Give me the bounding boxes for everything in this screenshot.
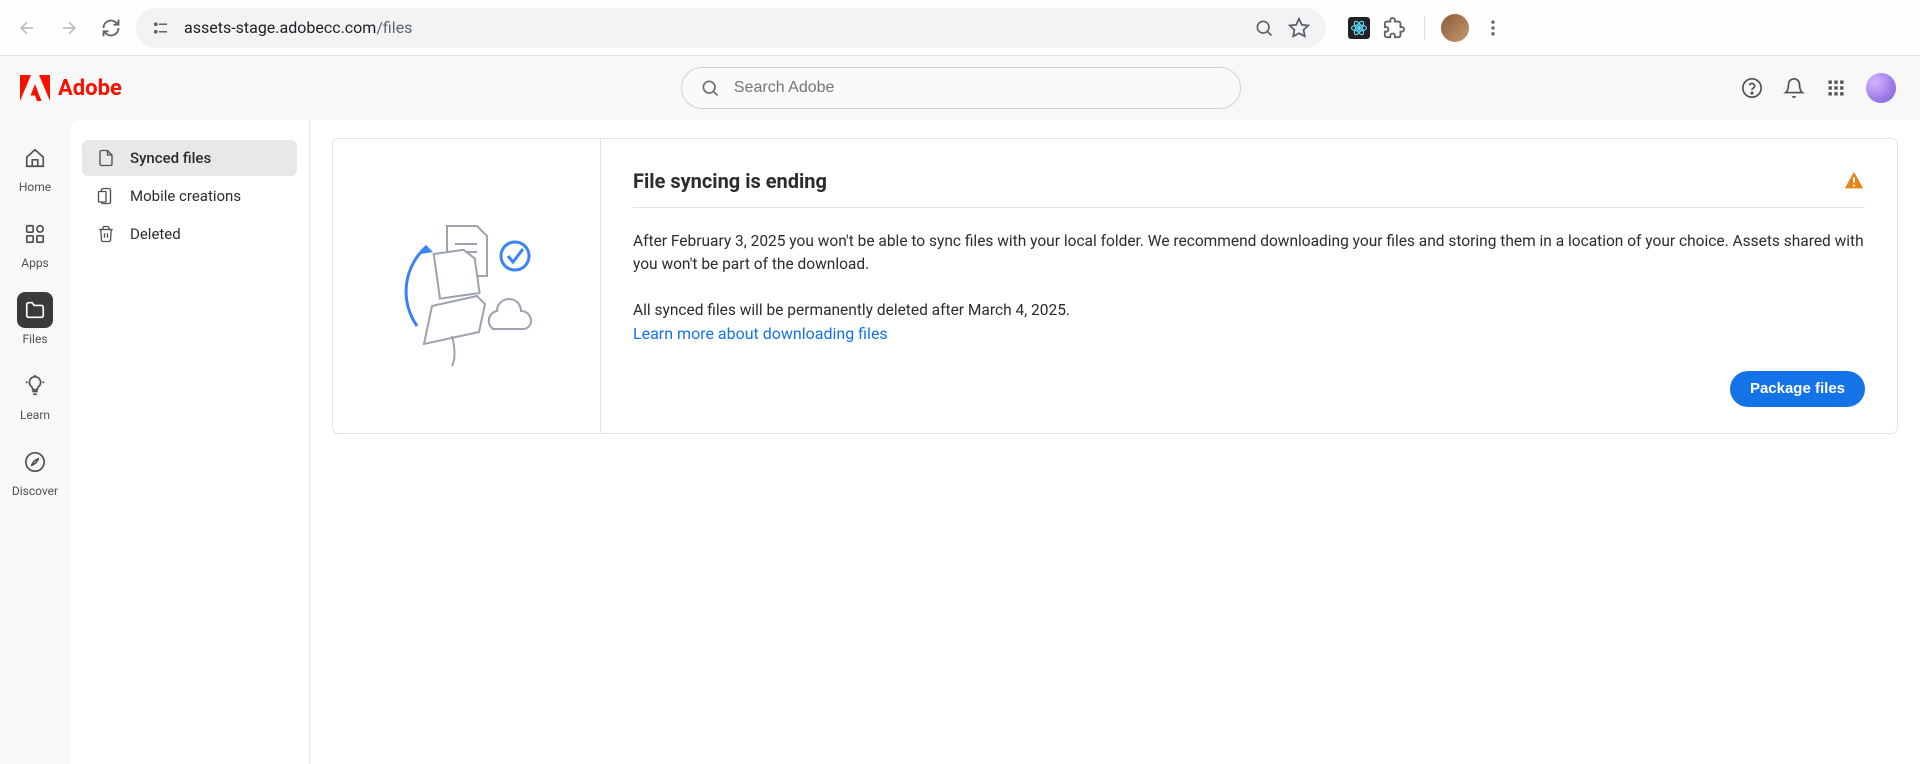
- url-host: assets-stage.adobecc.com: [184, 18, 376, 37]
- arrow-left-icon: [17, 18, 37, 38]
- browser-forward-button[interactable]: [52, 11, 86, 45]
- site-settings-icon[interactable]: [152, 19, 170, 37]
- app-switcher-button[interactable]: [1824, 76, 1848, 100]
- file-icon: [96, 149, 116, 167]
- adobe-search-field[interactable]: [681, 67, 1241, 109]
- notifications-button[interactable]: [1782, 76, 1806, 100]
- browser-back-button[interactable]: [10, 11, 44, 45]
- browser-extensions-area: [1334, 14, 1507, 42]
- sidebar-item-label: Mobile creations: [130, 187, 241, 205]
- banner-paragraph-1: After February 3, 2025 you won't be able…: [633, 230, 1865, 277]
- apps-icon: [24, 223, 46, 245]
- rail-item-label: Files: [22, 332, 47, 346]
- trash-icon: [96, 225, 116, 243]
- rail-item-label: Home: [19, 180, 51, 194]
- left-rail-nav: Home Apps Files Learn Discover: [0, 120, 70, 764]
- app-body: Home Apps Files Learn Discover: [0, 120, 1920, 764]
- extensions-puzzle-icon[interactable]: [1380, 14, 1408, 42]
- rail-item-home[interactable]: Home: [17, 140, 53, 194]
- banner-paragraph-2: All synced files will be permanently del…: [633, 299, 1865, 322]
- banner-title: File syncing is ending: [633, 169, 827, 193]
- lightbulb-icon: [24, 375, 46, 397]
- files-sidebar: Synced files Mobile creations Deleted: [70, 120, 310, 764]
- browser-menu-button[interactable]: [1479, 14, 1507, 42]
- url-text: assets-stage.adobecc.com/files: [184, 18, 1240, 37]
- zoom-icon[interactable]: [1254, 18, 1274, 38]
- adobe-brand-text: Adobe: [58, 76, 122, 101]
- file-sync-illustration-icon: [377, 196, 557, 376]
- bookmark-star-icon[interactable]: [1288, 17, 1310, 39]
- address-bar[interactable]: assets-stage.adobecc.com/files: [136, 8, 1326, 48]
- reload-icon: [101, 18, 121, 38]
- sidebar-item-label: Synced files: [130, 149, 211, 167]
- help-icon: [1741, 77, 1763, 99]
- banner-illustration: [333, 139, 601, 433]
- url-path: /files: [376, 18, 412, 37]
- browser-profile-avatar[interactable]: [1441, 14, 1469, 42]
- rail-item-discover[interactable]: Discover: [12, 444, 58, 498]
- mobile-icon: [96, 187, 116, 205]
- rail-item-label: Learn: [20, 408, 50, 422]
- compass-icon: [24, 451, 46, 473]
- rail-item-label: Apps: [21, 256, 49, 270]
- search-input[interactable]: [734, 79, 1222, 97]
- banner-content: File syncing is ending After February 3,…: [601, 139, 1897, 433]
- package-files-button[interactable]: Package files: [1730, 371, 1865, 407]
- sidebar-item-mobile-creations[interactable]: Mobile creations: [82, 178, 297, 214]
- help-button[interactable]: [1740, 76, 1764, 100]
- adobe-brand-link[interactable]: Adobe: [20, 75, 122, 101]
- sidebar-item-deleted[interactable]: Deleted: [82, 216, 297, 252]
- rail-item-files[interactable]: Files: [17, 292, 53, 346]
- folder-icon: [24, 299, 46, 321]
- rail-item-learn[interactable]: Learn: [17, 368, 53, 422]
- main-content: File syncing is ending After February 3,…: [310, 120, 1920, 764]
- warning-icon: [1843, 170, 1865, 192]
- user-avatar[interactable]: [1866, 73, 1896, 103]
- react-devtools-extension-icon[interactable]: [1348, 17, 1370, 39]
- arrow-right-icon: [59, 18, 79, 38]
- home-icon: [24, 147, 46, 169]
- search-icon: [700, 78, 720, 98]
- browser-reload-button[interactable]: [94, 11, 128, 45]
- learn-more-link[interactable]: Learn more about downloading files: [633, 324, 1865, 343]
- adobe-logo-icon: [20, 75, 50, 101]
- rail-item-label: Discover: [12, 484, 58, 498]
- apps-grid-icon: [1826, 78, 1846, 98]
- sidebar-item-synced-files[interactable]: Synced files: [82, 140, 297, 176]
- sync-ending-banner: File syncing is ending After February 3,…: [332, 138, 1898, 434]
- bell-icon: [1783, 77, 1805, 99]
- vertical-dots-icon: [1483, 18, 1503, 38]
- sidebar-item-label: Deleted: [130, 225, 181, 243]
- toolbar-divider: [1424, 16, 1425, 40]
- rail-item-apps[interactable]: Apps: [17, 216, 53, 270]
- app-header: Adobe: [0, 56, 1920, 120]
- browser-toolbar: assets-stage.adobecc.com/files: [0, 0, 1920, 56]
